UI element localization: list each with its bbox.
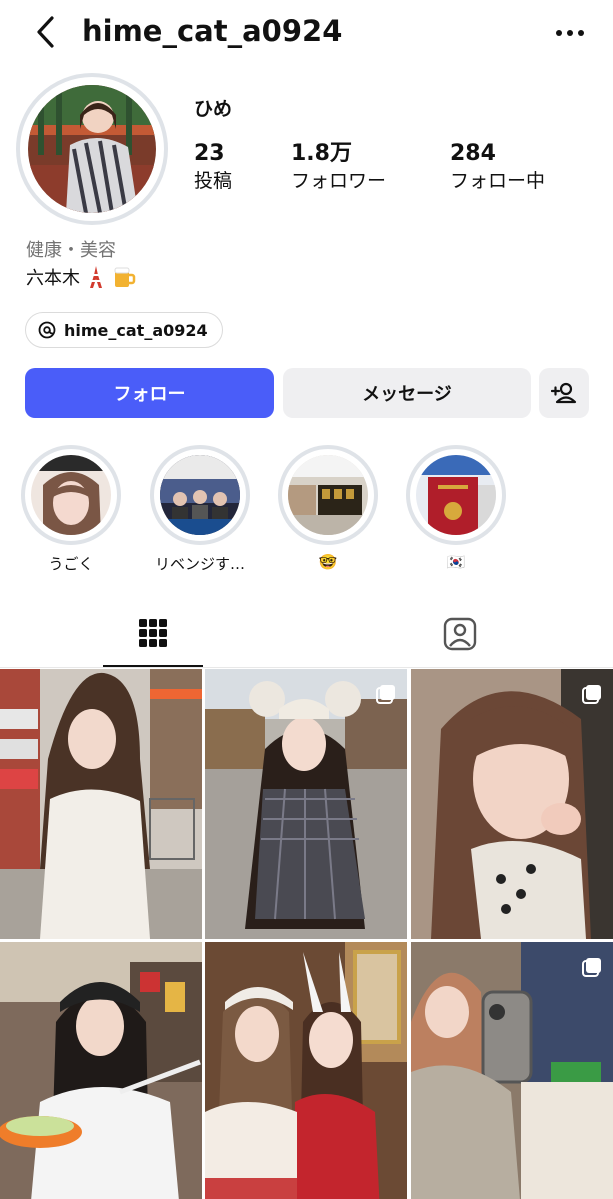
profile-tabs	[0, 600, 613, 668]
stat-label: フォロワー	[291, 170, 387, 192]
grid-icon	[139, 618, 167, 647]
stat-value: 1.8万	[291, 141, 352, 166]
add-user-button[interactable]	[539, 368, 589, 418]
highlight-label: うごく	[48, 555, 94, 573]
display-name: ひめ	[194, 98, 233, 120]
post-thumbnail[interactable]	[0, 669, 202, 939]
highlight-cover	[31, 455, 111, 535]
profile-bio: 六本木	[26, 264, 136, 290]
bio-text: 六本木	[26, 268, 80, 289]
highlight-cover	[288, 455, 368, 535]
highlight-label: 🇰🇷	[446, 553, 466, 571]
highlight-label: 🤓	[318, 553, 338, 571]
profile-category: 健康・美容	[26, 240, 116, 261]
profile-header: hime_cat_a0924	[0, 0, 613, 66]
tab-tagged[interactable]	[410, 600, 510, 668]
tagged-icon	[443, 617, 477, 651]
highlight-item[interactable]: リベンジす…	[145, 445, 255, 574]
highlight-ring	[150, 445, 250, 545]
post-thumbnail[interactable]	[411, 942, 613, 1199]
message-button[interactable]: メッセージ	[283, 368, 531, 418]
avatar-photo	[28, 85, 156, 213]
threads-link[interactable]: hime_cat_a0924	[25, 312, 223, 348]
more-button[interactable]	[553, 18, 587, 48]
stat-value: 284	[450, 141, 496, 166]
multiple-photos-icon	[582, 958, 601, 977]
highlight-ring	[406, 445, 506, 545]
post-thumbnail[interactable]	[411, 669, 613, 939]
highlight-cover	[416, 455, 496, 535]
post-thumbnail[interactable]	[205, 942, 407, 1199]
tab-posts-grid[interactable]	[103, 600, 203, 667]
post-thumbnail[interactable]	[205, 669, 407, 939]
follow-button[interactable]: フォロー	[25, 368, 274, 418]
multiple-photos-icon	[376, 685, 395, 704]
threads-handle: hime_cat_a0924	[64, 320, 208, 340]
tower-icon	[90, 266, 102, 288]
add-user-icon	[551, 382, 577, 404]
more-horizontal-icon	[556, 30, 584, 36]
highlight-item[interactable]: 🤓	[273, 445, 383, 571]
highlight-item[interactable]: うごく	[16, 445, 126, 574]
page-title: hime_cat_a0924	[82, 14, 343, 48]
highlight-ring	[278, 445, 378, 545]
stat-following[interactable]: 284 フォロー中	[450, 140, 545, 194]
threads-icon	[38, 321, 56, 339]
back-button[interactable]	[28, 14, 64, 50]
highlight-label: リベンジす…	[154, 555, 245, 573]
highlight-ring	[21, 445, 121, 545]
highlight-cover	[160, 455, 240, 535]
stat-followers[interactable]: 1.8万 フォロワー	[291, 140, 386, 194]
highlight-item[interactable]: 🇰🇷	[401, 445, 511, 571]
stat-posts: 23 投稿	[194, 140, 232, 194]
multiple-photos-icon	[582, 685, 601, 704]
stat-value: 23	[194, 141, 225, 166]
chevron-left-icon	[37, 16, 54, 48]
post-thumbnail[interactable]	[0, 942, 202, 1199]
beer-icon	[114, 267, 136, 287]
stat-label: フォロー中	[450, 170, 546, 192]
avatar[interactable]	[16, 73, 168, 225]
stat-label: 投稿	[194, 170, 233, 192]
